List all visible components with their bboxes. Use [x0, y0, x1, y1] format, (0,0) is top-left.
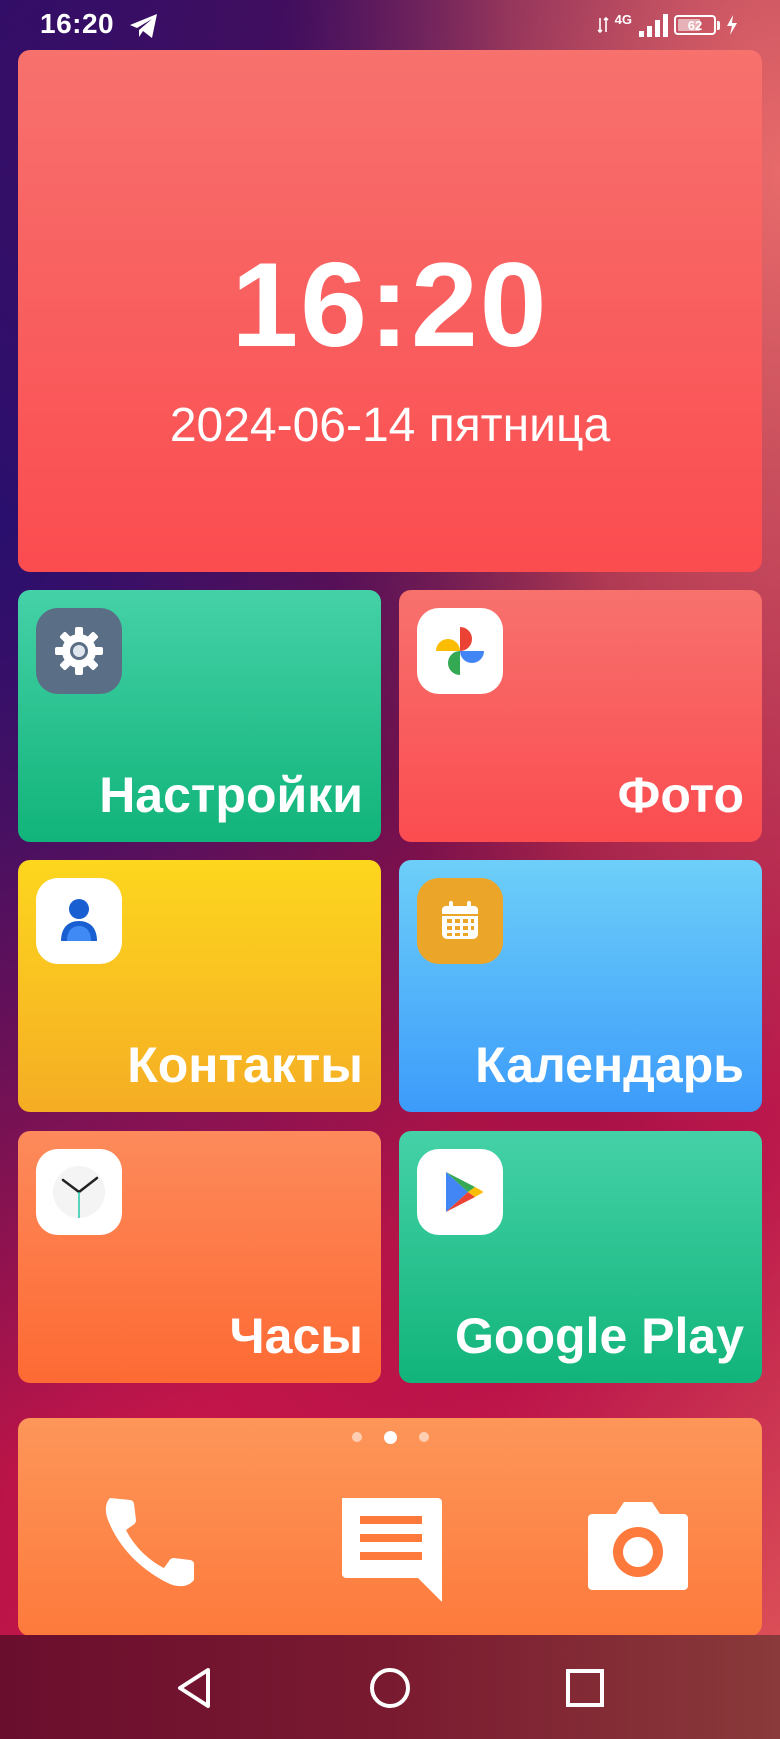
page-dot[interactable] [418, 1432, 429, 1442]
page-dot[interactable] [351, 1432, 362, 1442]
battery-tip [717, 20, 720, 30]
battery-icon: 62 [674, 15, 716, 35]
app-tile-photos[interactable]: Фото [399, 590, 762, 842]
app-label-settings: Настройки [99, 767, 363, 823]
back-icon[interactable] [172, 1665, 218, 1711]
navigation-bar [0, 1635, 780, 1739]
clock-widget[interactable]: 16:20 2024-06-14 пятница [18, 50, 762, 572]
camera-icon[interactable] [578, 1484, 698, 1604]
app-label-clock: Часы [229, 1308, 363, 1364]
app-tile-calendar[interactable]: Календарь [399, 860, 762, 1112]
app-tile-clock[interactable]: Часы [18, 1131, 381, 1383]
status-bar: 16:20 4G 62 [0, 0, 780, 50]
app-tile-contacts[interactable]: Контакты [18, 860, 381, 1112]
status-right: 4G 62 [597, 10, 738, 40]
app-tile-google-play[interactable]: Google Play [399, 1131, 762, 1383]
message-icon[interactable] [330, 1484, 450, 1604]
home-icon[interactable] [367, 1665, 413, 1711]
charging-icon [727, 15, 737, 35]
widget-date: 2024-06-14 пятница [169, 399, 611, 452]
app-label-photos: Фото [617, 767, 744, 823]
app-label-calendar: Календарь [475, 1037, 744, 1093]
page-indicator [18, 1431, 762, 1444]
data-arrows-icon [597, 16, 609, 34]
telegram-icon [130, 14, 157, 38]
person-icon [36, 878, 122, 964]
calendar-icon [417, 878, 503, 964]
clock-icon [36, 1149, 122, 1235]
gear-icon [36, 608, 122, 694]
app-tile-settings[interactable]: Настройки [18, 590, 381, 842]
dock [18, 1418, 762, 1636]
app-label-contacts: Контакты [127, 1037, 363, 1093]
recents-icon[interactable] [562, 1665, 608, 1711]
battery-level: 62 [687, 17, 703, 33]
pinwheel-icon [417, 608, 503, 694]
page-dot-active[interactable] [383, 1431, 397, 1444]
play-store-icon [417, 1149, 503, 1235]
app-label-google-play: Google Play [455, 1308, 744, 1364]
phone-icon[interactable] [88, 1484, 208, 1604]
network-type: 4G [614, 11, 632, 27]
status-time: 16:20 [40, 8, 115, 39]
signal-icon [639, 14, 668, 37]
widget-time: 16:20 [231, 238, 549, 372]
